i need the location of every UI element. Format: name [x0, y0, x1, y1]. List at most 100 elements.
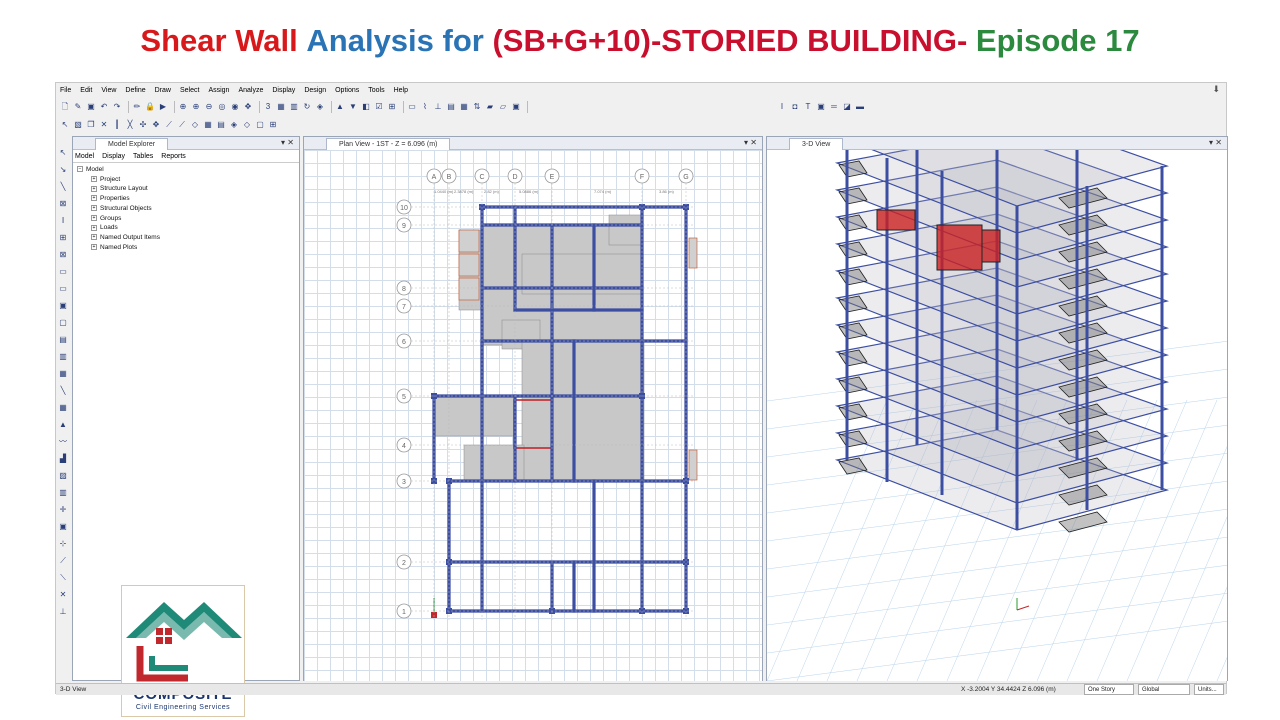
draw-opening-icon[interactable]: ▣	[58, 301, 68, 311]
perspective-icon[interactable]: ◈	[315, 102, 325, 112]
draw-slab-icon[interactable]: ▢	[58, 318, 68, 328]
merge-icon[interactable]: ▤	[216, 120, 226, 130]
expand-icon[interactable]: +	[91, 195, 97, 202]
lock-icon[interactable]: 🔒	[145, 102, 155, 112]
section-icon[interactable]: T	[803, 102, 813, 112]
draw-wall-icon[interactable]: ▭	[58, 284, 68, 294]
3d-view-title[interactable]: 3-D View	[789, 138, 844, 150]
assign-icon[interactable]: ⊞	[387, 102, 397, 112]
expand-icon[interactable]: +	[91, 214, 97, 221]
explorer-tab-tables[interactable]: Tables	[133, 153, 153, 160]
wall-design-icon[interactable]: ▣	[511, 102, 521, 112]
frame-icon[interactable]: ▭	[407, 102, 417, 112]
shell-forces-icon[interactable]: ▤	[446, 102, 456, 112]
pan-icon[interactable]: ✥	[243, 102, 253, 112]
menu-help[interactable]: Help	[394, 87, 408, 94]
tree-item[interactable]: + Loads	[77, 223, 160, 233]
draw-reference-icon[interactable]: ▟	[58, 454, 68, 464]
design-icon[interactable]: ⇅	[472, 102, 482, 112]
menu-tools[interactable]: Tools	[368, 87, 384, 94]
delete-icon[interactable]: ✕	[99, 120, 109, 130]
select-pointer-icon[interactable]: ▥	[58, 488, 68, 498]
draw-area-icon[interactable]: ▤	[58, 335, 68, 345]
table-icon[interactable]: ▦	[459, 102, 469, 112]
menu-select[interactable]: Select	[180, 87, 199, 94]
mirror-icon[interactable]: ⟋	[164, 120, 174, 130]
select-object-icon[interactable]: ↖	[58, 148, 68, 158]
draw-secondary-beam-icon[interactable]: ⊠	[58, 250, 68, 260]
expand-icon[interactable]: +	[91, 243, 97, 250]
draw-line-icon[interactable]: ╲	[58, 182, 68, 192]
elevation-view-icon[interactable]: ▥	[289, 102, 299, 112]
zoom-fit-icon[interactable]: ◎	[217, 102, 227, 112]
coordinate-system-dropdown[interactable]: Global	[1138, 684, 1190, 695]
panel-close-icon[interactable]: ▾ ✕	[744, 138, 757, 147]
draw-floor-icon[interactable]: ▭	[58, 267, 68, 277]
concrete-design-icon[interactable]: ▱	[498, 102, 508, 112]
zoom-window-icon[interactable]: ⊕	[178, 102, 188, 112]
draw-brace-icon[interactable]: ⊞	[58, 233, 68, 243]
download-icon[interactable]: ⬇	[1212, 84, 1220, 95]
select-all-icon[interactable]: ◈	[229, 120, 239, 130]
brace-icon[interactable]: ╳	[125, 120, 135, 130]
model-explorer-title[interactable]: Model Explorer	[95, 138, 169, 150]
units-button[interactable]: Units...	[1194, 684, 1224, 695]
zoom-in-icon[interactable]: ⊕	[191, 102, 201, 112]
draw-column-icon[interactable]: Ⅰ	[58, 216, 68, 226]
draw-dimension-icon[interactable]: ▥	[58, 352, 68, 362]
rotate-view-icon[interactable]: ↻	[302, 102, 312, 112]
clear-select-icon[interactable]: ⊞	[268, 120, 278, 130]
reshape-icon[interactable]: ▧	[73, 120, 83, 130]
move-down-icon[interactable]: ▼	[348, 102, 358, 112]
tree-item[interactable]: + Named Plots	[77, 243, 160, 253]
copy-icon[interactable]: ❐	[86, 120, 96, 130]
plan-view-icon[interactable]: ▦	[276, 102, 286, 112]
line-style-icon[interactable]: ═	[829, 102, 839, 112]
dimension-icon[interactable]: ◘	[790, 102, 800, 112]
explorer-tab-display[interactable]: Display	[102, 153, 125, 160]
replicate-icon[interactable]: ⟋	[177, 120, 187, 130]
object-shrink-icon[interactable]: ◧	[361, 102, 371, 112]
menu-edit[interactable]: Edit	[80, 87, 92, 94]
previous-select-icon[interactable]: ▢	[255, 120, 265, 130]
force-diagram-icon[interactable]: ⊥	[433, 102, 443, 112]
snap-intersect-icon[interactable]: ✕	[58, 590, 68, 600]
expand-icon[interactable]: +	[91, 175, 97, 182]
open-icon[interactable]: ✎	[73, 102, 83, 112]
tree-item[interactable]: + Structural Objects	[77, 204, 160, 214]
expand-icon[interactable]: +	[91, 205, 97, 212]
new-model-icon[interactable]: 🗋	[60, 102, 70, 112]
menu-assign[interactable]: Assign	[208, 87, 229, 94]
menu-display[interactable]: Display	[272, 87, 295, 94]
pointer-icon[interactable]: ↖	[60, 120, 70, 130]
snap-middle-icon[interactable]: ⟍	[58, 573, 68, 583]
move-up-icon[interactable]: ▲	[335, 102, 345, 112]
tree-item[interactable]: + Structure Layout	[77, 184, 160, 194]
menu-options[interactable]: Options	[335, 87, 359, 94]
select-intersect-icon[interactable]: ✛	[58, 505, 68, 515]
zoom-previous-icon[interactable]: ◉	[230, 102, 240, 112]
plan-view-canvas[interactable]: A B C D E F G 10 9 8 7 6 5 4 3 2 1 1.0440 (m) 2.3878 (m) 2.…	[304, 150, 762, 681]
divide-icon[interactable]: ▦	[203, 120, 213, 130]
menu-view[interactable]: View	[101, 87, 116, 94]
plan-view-title[interactable]: Plan View - 1ST - Z = 6.096 (m)	[326, 138, 451, 150]
draw-link-icon[interactable]: ╲	[58, 386, 68, 396]
move-icon[interactable]: ✥	[151, 120, 161, 130]
snap-ends-icon[interactable]: ⟋	[58, 556, 68, 566]
column-icon[interactable]: ┃	[112, 120, 122, 130]
property-icon[interactable]: ▣	[816, 102, 826, 112]
expand-icon[interactable]: +	[91, 185, 97, 192]
3d-view-canvas[interactable]	[767, 150, 1227, 681]
menu-draw[interactable]: Draw	[155, 87, 171, 94]
explorer-tab-reports[interactable]: Reports	[161, 153, 186, 160]
text-icon[interactable]: I	[777, 102, 787, 112]
draw-grid-icon[interactable]: ▦	[58, 403, 68, 413]
pencil-icon[interactable]: ✏	[132, 102, 142, 112]
snap-perpendicular-icon[interactable]: ⊥	[58, 607, 68, 617]
snap-points-icon[interactable]: ⊹	[58, 539, 68, 549]
collapse-icon[interactable]: −	[77, 166, 83, 173]
draw-joint-icon[interactable]: ↘	[58, 165, 68, 175]
redo-icon[interactable]: ↷	[112, 102, 122, 112]
tree-item[interactable]: + Named Output Items	[77, 233, 160, 243]
draw-tendon-icon[interactable]: ▦	[58, 369, 68, 379]
